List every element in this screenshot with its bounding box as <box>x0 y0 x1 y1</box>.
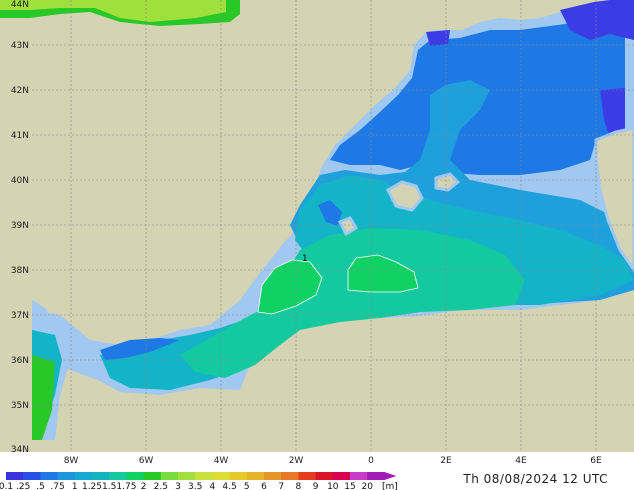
longitude-tick-label: 0 <box>368 456 374 466</box>
wave-height-map-figure: 1 44N 43N 42N 41N 40N 39N 38N 37N 36N 35N 34N 8W 6W 4… <box>0 0 634 490</box>
legend-swatch <box>23 472 41 480</box>
legend-swatch <box>160 472 179 480</box>
legend-label: 1.25 <box>82 482 102 490</box>
longitude-tick-label: 4W <box>214 456 229 466</box>
latitude-tick-label: 37N <box>11 311 29 321</box>
contour-label: 1 <box>302 254 308 264</box>
legend-swatch <box>332 472 351 480</box>
map-canvas: 1 44N 43N 42N 41N 40N 39N 38N 37N 36N 35N 34N 8W 6W 4… <box>0 0 634 466</box>
legend-label: 8 <box>296 482 302 490</box>
legend-label: 2 <box>141 482 147 490</box>
legend-swatch <box>367 472 385 480</box>
latitude-tick-label: 43N <box>11 41 29 51</box>
legend-label: .5 <box>36 482 45 490</box>
legend-swatch <box>178 472 196 480</box>
legend-label: 15 <box>344 482 355 490</box>
legend-label: 4.5 <box>222 482 236 490</box>
legend-swatch <box>109 472 127 480</box>
latitude-tick-label: 42N <box>11 86 29 96</box>
legend-label: 9 <box>313 482 319 490</box>
latitude-tick-label: 36N <box>11 356 29 366</box>
latitude-tick-label: 35N <box>11 401 29 411</box>
legend-label: .75 <box>50 482 64 490</box>
legend-swatch <box>74 472 93 480</box>
forecast-timestamp: Th 08/08/2024 12 UTC <box>463 472 608 486</box>
latitude-tick-label: 40N <box>11 176 29 186</box>
legend-label: 2.5 <box>154 482 168 490</box>
legend-swatch <box>246 472 265 480</box>
legend-label: 20 <box>361 482 373 490</box>
legend-swatch <box>6 472 24 480</box>
latitude-tick-label: 38N <box>11 266 29 276</box>
longitude-tick-label: 6W <box>139 456 154 466</box>
legend-swatch <box>298 472 317 480</box>
legend-swatch <box>143 472 162 480</box>
legend-label: 3.5 <box>188 482 202 490</box>
legend-swatch <box>315 472 334 480</box>
legend-arrow <box>384 472 397 480</box>
legend-swatch <box>350 472 368 480</box>
legend-unit: [m] <box>382 482 398 490</box>
legend-swatch <box>126 472 145 480</box>
legend-swatch <box>264 472 282 480</box>
legend-label: 4 <box>210 482 216 490</box>
legend-swatch <box>92 472 110 480</box>
longitude-tick-label: 2W <box>289 456 304 466</box>
latitude-tick-label: 34N <box>11 445 29 455</box>
legend-label: 10 <box>327 482 339 490</box>
latitude-tick-label: 39N <box>11 221 29 231</box>
latitude-tick-label: 41N <box>11 131 29 141</box>
legend-swatch <box>40 472 59 480</box>
longitude-tick-label: 4E <box>515 456 527 466</box>
longitude-tick-label: 2E <box>440 456 452 466</box>
legend-swatch <box>281 472 299 480</box>
legend-label: 6 <box>261 482 267 490</box>
legend-label: 1.75 <box>116 482 136 490</box>
legend-swatch <box>212 472 231 480</box>
legend-label: 0.1 <box>0 482 13 490</box>
longitude-tick-label: 8W <box>64 456 79 466</box>
legend-label: 1.5 <box>102 482 116 490</box>
sea-blue-dark-ne <box>426 30 450 46</box>
legend-swatch <box>57 472 76 480</box>
legend-label: .25 <box>16 482 30 490</box>
legend-swatch <box>229 472 248 480</box>
legend-label: 3 <box>175 482 181 490</box>
legend-label: 5 <box>244 482 250 490</box>
legend-label: 1 <box>72 482 78 490</box>
latitude-tick-label: 44N <box>11 0 29 10</box>
longitude-tick-label: 6E <box>590 456 602 466</box>
legend-label: 7 <box>278 482 284 490</box>
legend-swatch <box>195 472 213 480</box>
